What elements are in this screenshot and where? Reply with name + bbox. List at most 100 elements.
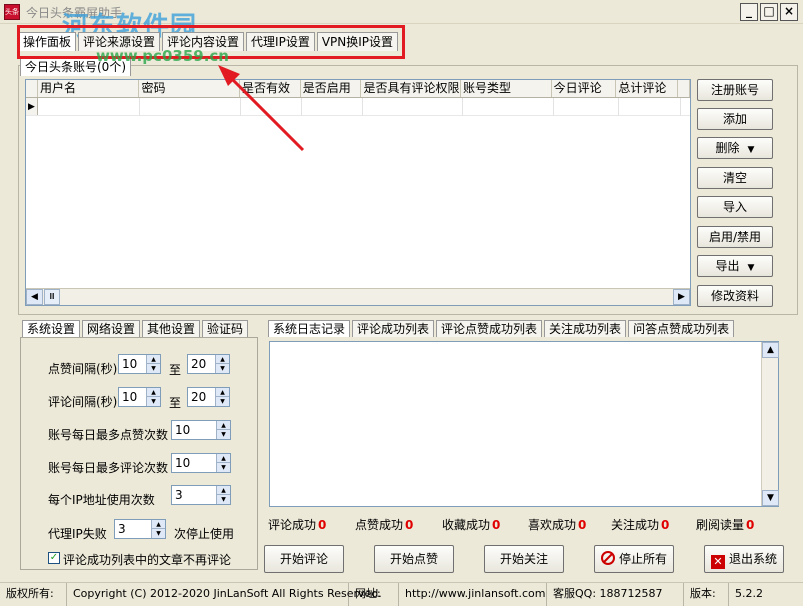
- stepper-value: 20: [191, 357, 207, 371]
- system-log-textarea[interactable]: ▲ ▼: [269, 341, 779, 507]
- stat-value: 0: [405, 518, 414, 532]
- start-like-button[interactable]: 开始点赞: [374, 545, 454, 573]
- like-interval-max-stepper[interactable]: 20 ▲ ▼: [187, 354, 230, 374]
- exit-icon: ✕: [710, 555, 725, 569]
- scroll-right-icon[interactable]: ▶: [673, 289, 690, 305]
- stepper-down-icon[interactable]: ▼: [216, 397, 229, 406]
- stop-all-button[interactable]: 停止所有: [594, 545, 674, 573]
- stepper-up-icon[interactable]: ▲: [217, 421, 230, 430]
- table-cell: [302, 98, 363, 116]
- stepper-value: 3: [118, 522, 126, 536]
- stepper-down-icon[interactable]: ▼: [217, 430, 230, 439]
- column-header-comment-permission[interactable]: 是否具有评论权限: [361, 80, 462, 97]
- tab-comment-like-success[interactable]: 评论点赞成功列表: [436, 320, 543, 337]
- highlight-box: [17, 25, 405, 59]
- stat-label: 关注成功: [611, 518, 660, 532]
- stat-label: 点赞成功: [355, 518, 404, 532]
- status-bar: 版权所有: Copyright (C) 2012-2020 JinLanSoft…: [0, 582, 803, 606]
- column-header-username[interactable]: 用户名: [38, 80, 140, 97]
- stepper-down-icon[interactable]: ▼: [217, 463, 230, 472]
- table-cell: [463, 98, 554, 116]
- maximize-button[interactable]: □: [760, 3, 778, 21]
- tab-qa-like-success[interactable]: 问答点赞成功列表: [628, 320, 735, 337]
- support-qq: 客服QQ: 188712587: [547, 583, 684, 606]
- tab-network-settings[interactable]: 网络设置: [82, 320, 141, 337]
- column-header-account-type[interactable]: 账号类型: [461, 80, 552, 97]
- export-dropdown-button[interactable]: 导出 ▼: [697, 255, 773, 277]
- register-account-button[interactable]: 注册账号: [697, 79, 773, 101]
- edit-profile-button[interactable]: 修改资料: [697, 285, 773, 307]
- stepper-down-icon[interactable]: ▼: [147, 364, 160, 373]
- table-cell: [619, 98, 681, 116]
- stepper-down-icon[interactable]: ▼: [152, 529, 165, 538]
- stepper-up-icon[interactable]: ▲: [216, 388, 229, 397]
- skip-commented-checkbox[interactable]: ✓: [48, 552, 60, 564]
- stat-value: 0: [661, 518, 670, 532]
- column-header-total-comments[interactable]: 总计评论: [616, 80, 679, 97]
- horizontal-scrollbar[interactable]: ◀ Ⅲ ▶: [26, 288, 690, 305]
- comment-interval-min-stepper[interactable]: 10 ▲ ▼: [118, 387, 161, 407]
- stepper-up-icon[interactable]: ▲: [152, 520, 165, 529]
- stepper-up-icon[interactable]: ▲: [217, 486, 230, 495]
- scroll-thumb[interactable]: Ⅲ: [44, 289, 60, 305]
- stat-love-success: 喜欢成功 0: [528, 516, 586, 533]
- column-header-enabled[interactable]: 是否启用: [301, 80, 362, 97]
- column-header-today-comments[interactable]: 今日评论: [552, 80, 617, 97]
- accounts-table[interactable]: 用户名 密码 是否有效 是否启用 是否具有评论权限 账号类型 今日评论 总计评论…: [25, 79, 691, 306]
- column-header-valid[interactable]: 是否有效: [240, 80, 301, 97]
- accounts-group-title[interactable]: 今日头条账号(0个): [20, 58, 131, 76]
- minimize-button[interactable]: _: [740, 3, 758, 21]
- max-likes-stepper[interactable]: 10 ▲ ▼: [171, 420, 231, 440]
- stepper-down-icon[interactable]: ▼: [147, 397, 160, 406]
- close-button[interactable]: ×: [780, 3, 798, 21]
- like-interval-min-stepper[interactable]: 10 ▲ ▼: [118, 354, 161, 374]
- title-bar: 头条 今日头条霸屏助手 河东软件园 _ □ ×: [0, 0, 803, 42]
- tab-other-settings[interactable]: 其他设置: [142, 320, 201, 337]
- range-to-label: 至: [169, 396, 182, 410]
- comment-interval-label: 评论间隔(秒): [48, 395, 118, 409]
- enable-disable-button[interactable]: 启用/禁用: [697, 226, 773, 248]
- tab-follow-success[interactable]: 关注成功列表: [544, 320, 627, 337]
- tab-captcha[interactable]: 验证码: [202, 320, 249, 337]
- stepper-up-icon[interactable]: ▲: [147, 388, 160, 397]
- table-row[interactable]: ▶: [26, 98, 690, 116]
- delete-dropdown-button[interactable]: 删除 ▼: [697, 137, 773, 159]
- stepper-up-icon[interactable]: ▲: [216, 355, 229, 364]
- clear-button[interactable]: 清空: [697, 167, 773, 189]
- tab-system-log[interactable]: 系统日志记录: [268, 320, 351, 337]
- ip-uses-stepper[interactable]: 3 ▲ ▼: [171, 485, 231, 505]
- comment-interval-max-stepper[interactable]: 20 ▲ ▼: [187, 387, 230, 407]
- exit-button[interactable]: ✕ 退出系统: [704, 545, 784, 573]
- stat-value: 0: [318, 518, 327, 532]
- dropdown-arrow-icon: ▼: [747, 145, 755, 155]
- settings-tabs: 系统设置 网络设置 其他设置 验证码: [22, 320, 250, 338]
- start-comment-button[interactable]: 开始评论: [264, 545, 344, 573]
- stat-label: 刷阅读量: [696, 518, 745, 532]
- stepper-down-icon[interactable]: ▼: [217, 495, 230, 504]
- proxy-fail-stepper[interactable]: 3 ▲ ▼: [114, 519, 166, 539]
- stat-read-count: 刷阅读量 0: [696, 516, 754, 533]
- tab-comment-success[interactable]: 评论成功列表: [352, 320, 435, 337]
- import-button[interactable]: 导入: [697, 196, 773, 218]
- column-header-password[interactable]: 密码: [139, 80, 241, 97]
- stepper-up-icon[interactable]: ▲: [217, 454, 230, 463]
- tab-system-settings[interactable]: 系统设置: [22, 320, 81, 337]
- stepper-up-icon[interactable]: ▲: [147, 355, 160, 364]
- stepper-down-icon[interactable]: ▼: [216, 364, 229, 373]
- stat-comment-success: 评论成功 0: [268, 516, 326, 533]
- skip-commented-label[interactable]: 评论成功列表中的文章不再评论: [63, 551, 231, 568]
- scroll-left-icon[interactable]: ◀: [26, 289, 43, 305]
- stepper-value: 10: [175, 456, 191, 470]
- vertical-scrollbar[interactable]: ▲ ▼: [761, 342, 779, 506]
- stop-all-label: 停止所有: [618, 552, 667, 566]
- table-cell: [554, 98, 619, 116]
- scroll-down-icon[interactable]: ▼: [762, 490, 779, 506]
- export-label: 导出: [715, 259, 740, 273]
- start-follow-button[interactable]: 开始关注: [484, 545, 564, 573]
- scroll-up-icon[interactable]: ▲: [762, 342, 779, 358]
- add-button[interactable]: 添加: [697, 108, 773, 130]
- website-link[interactable]: http://www.jinlansoft.com: [399, 583, 547, 606]
- stepper-value: 10: [122, 390, 138, 404]
- stepper-value: 3: [175, 488, 183, 502]
- max-comments-stepper[interactable]: 10 ▲ ▼: [171, 453, 231, 473]
